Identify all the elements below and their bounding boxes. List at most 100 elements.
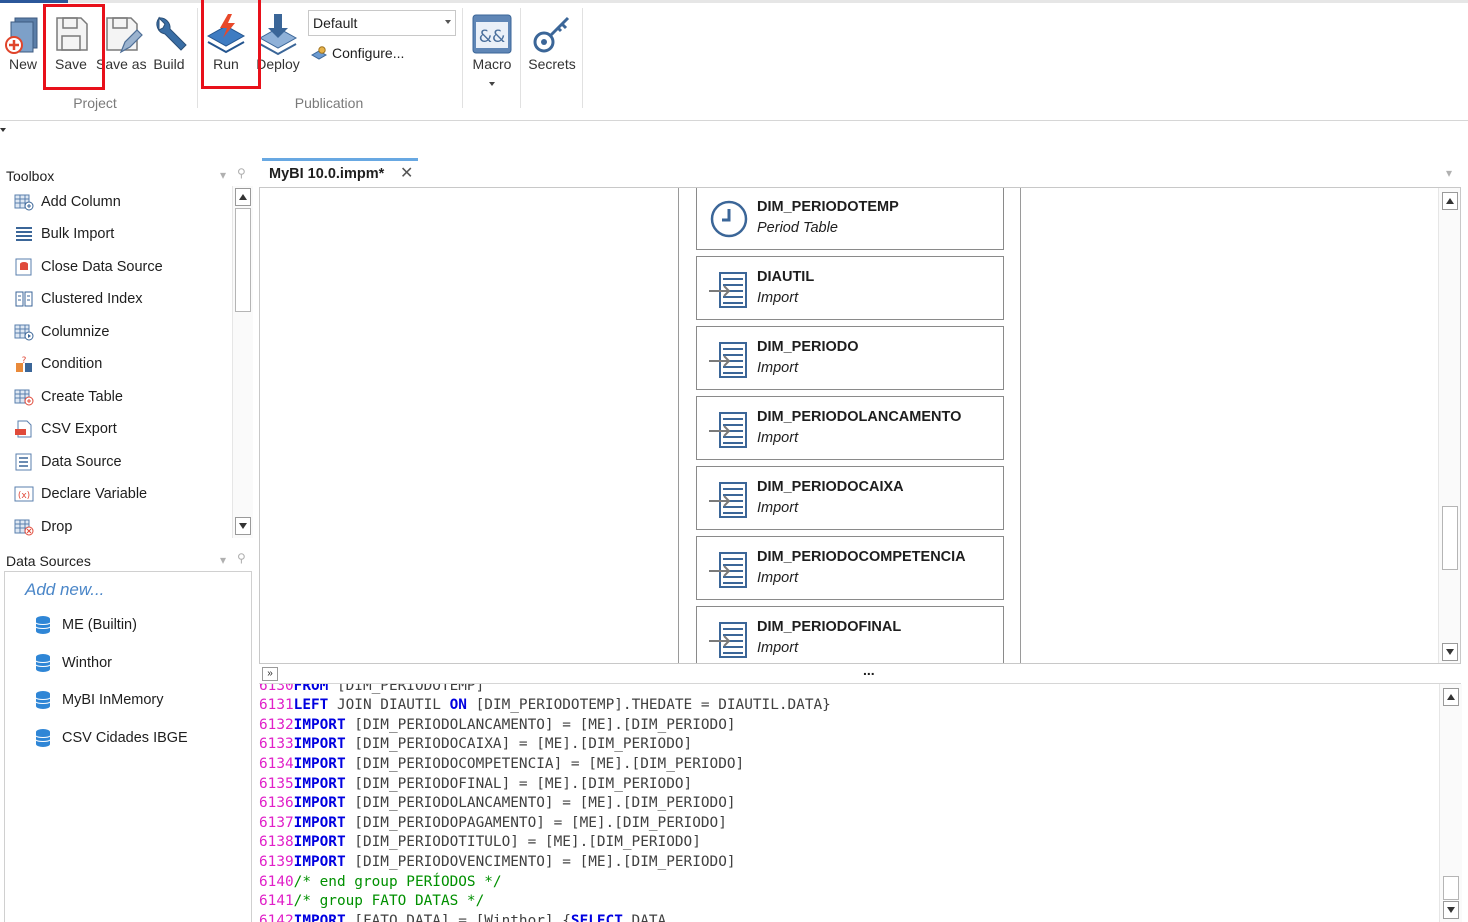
code-token: SELECT [570,912,623,922]
code-line[interactable]: 6132IMPORT [DIM_PERIODOLANCAMENTO] = [ME… [259,716,736,736]
code-token: ON [449,697,467,714]
secrets-label: Secrets [528,56,576,72]
close-icon[interactable]: ✕ [400,161,413,187]
pin-icon[interactable]: ⚲ [237,166,246,180]
database-icon [35,616,51,634]
code-line[interactable]: 6142IMPORT [FATO_DATA] = [Winthor] {SELE… [259,912,666,922]
data-sources-title: Data Sources [6,553,91,569]
code-scrollbar[interactable] [1439,684,1462,922]
csv-export-icon [15,420,32,438]
configuration-select[interactable]: Default [308,10,456,36]
code-line[interactable]: 6140/* end group PERÍODOS */ [259,873,502,893]
code-token: [DIM_PERIODOTEMP] [328,684,485,694]
build-button[interactable]: Build [148,8,190,80]
tab-document-title: MyBI 10.0.impm* [269,166,385,182]
ribbon-separator [520,8,521,108]
scroll-down-button[interactable] [1443,901,1459,919]
code-line[interactable]: 6131LEFT JOIN DIAUTIL ON [DIM_PERIODOTEM… [259,696,831,716]
svg-text:?: ? [22,356,27,366]
diagram-node[interactable]: DIM_PERIODOCAIXA Import [696,466,1004,530]
import-icon [709,482,747,518]
code-line[interactable]: 6133IMPORT [DIM_PERIODOCAIXA] = [ME].[DI… [259,735,692,755]
macro-button[interactable]: && Macro [468,8,516,86]
code-token: JOIN [328,697,372,714]
configure-icon [310,46,328,60]
scroll-thumb[interactable] [235,208,251,312]
line-number: 6138 [259,834,294,851]
deploy-label: Deploy [256,56,300,72]
splitter-grip-icon[interactable]: ... [863,662,875,678]
ribbon-separator [582,8,583,108]
line-number: 6130 [259,684,294,694]
import-icon [709,552,747,588]
code-line[interactable]: 6130FROM [DIM_PERIODOTEMP] [259,684,484,696]
line-number: 6139 [259,853,294,870]
add-new-data-source-link[interactable]: Add new... [25,580,104,600]
scroll-up-button[interactable] [235,188,251,206]
ribbon-separator [197,8,198,108]
code-line[interactable]: 6134IMPORT [DIM_PERIODOCOMPETENCIA] = [M… [259,755,744,775]
code-token: [DIM_PERIODOLANCAMENTO] = [ME].[DIM_PERI… [345,795,736,812]
code-line[interactable]: 6136IMPORT [DIM_PERIODOLANCAMENTO] = [ME… [259,794,736,814]
configure-button[interactable]: Configure... [310,42,404,64]
code-token: IMPORT [293,853,346,870]
macro-dropdown-arrow-icon[interactable] [489,82,495,86]
data-source-icon [15,453,32,471]
scroll-thumb[interactable] [1443,876,1459,900]
new-button[interactable]: New [2,8,44,80]
code-line[interactable]: 6135IMPORT [DIM_PERIODOFINAL] = [ME].[DI… [259,775,692,795]
clustered-index-icon [15,291,33,307]
wrench-icon [156,16,187,51]
macro-icon: && [472,14,512,54]
toolbox-title: Toolbox [6,168,55,184]
code-line[interactable]: 6139IMPORT [DIM_PERIODOVENCIMENTO] = [ME… [259,853,736,873]
scroll-thumb[interactable] [1442,506,1458,570]
tab-document[interactable]: MyBI 10.0.impm* ✕ [262,158,418,186]
diagram-node[interactable]: DIM_PERIODOTEMP Period Table [696,188,1004,250]
code-token: IMPORT [293,716,346,733]
code-token: FROM [293,684,329,694]
scroll-up-button[interactable] [1442,192,1458,210]
line-number: 6140 [259,873,294,890]
close-data-source-icon [15,258,32,276]
data-sources-panel: Add new... ME (Builtin) Winthor MyBI InM… [4,571,252,922]
collapse-panel-button[interactable]: » [262,667,278,681]
diagram-node[interactable]: DIM_PERIODOLANCAMENTO Import [696,396,1004,460]
code-line[interactable]: 6141/* group FATO DATAS */ [259,892,484,912]
code-line[interactable]: 6138IMPORT [DIM_PERIODOTITULO] = [ME].[D… [259,833,701,853]
scroll-up-button[interactable] [1443,688,1459,706]
bulk-import-icon [16,227,32,241]
clock-icon [710,200,748,238]
code-token: [DIM_PERIODOFINAL] = [ME].[DIM_PERIODO] [345,775,693,792]
toolbox-dropdown-icon[interactable]: ▾ [220,168,226,182]
code-token: IMPORT [293,775,346,792]
code-line[interactable]: 6137IMPORT [DIM_PERIODOPAGAMENTO] = [ME]… [259,814,727,834]
code-token: [DIM_PERIODOLANCAMENTO] = [ME].[DIM_PERI… [345,716,736,733]
document-menu-icon[interactable]: ▾ [1446,166,1452,180]
code-token: LEFT [293,697,329,714]
diagram-canvas[interactable]: DIM_PERIODOTEMP Period Table DIAUTIL Imp… [259,187,1461,664]
scroll-down-button[interactable] [235,517,251,535]
editor-splitter[interactable]: » ... [259,662,1461,684]
diagram-node[interactable]: DIM_PERIODOCOMPETENCIA Import [696,536,1004,600]
new-project-icon [5,17,38,54]
scroll-down-button[interactable] [1442,643,1458,661]
pin-icon[interactable]: ⚲ [237,551,246,565]
code-editor[interactable]: 6130FROM [DIM_PERIODOTEMP] 6131LEFT JOIN … [259,684,1439,922]
toolbox-list: Add Column Bulk Import Close Data Source… [8,186,232,540]
toolbox-scrollbar[interactable] [232,186,253,538]
deploy-button[interactable]: Deploy [254,8,302,80]
add-column-icon [14,194,34,211]
diagram-node[interactable]: DIM_PERIODO Import [696,326,1004,390]
database-icon [35,691,51,709]
diagram-node[interactable]: DIM_PERIODOFINAL Import [696,606,1004,663]
lane-divider [1020,188,1021,663]
code-token: /* group FATO DATAS */ [293,893,485,910]
diagram-scrollbar[interactable] [1438,188,1460,663]
secrets-button[interactable]: Secrets [526,8,578,80]
diagram-node[interactable]: DIAUTIL Import [696,256,1004,320]
file-tab-accent[interactable] [0,0,68,3]
line-number: 6136 [259,795,294,812]
data-sources-dropdown-icon[interactable]: ▾ [220,553,226,567]
ribbon-collapse-icon[interactable] [0,128,6,132]
